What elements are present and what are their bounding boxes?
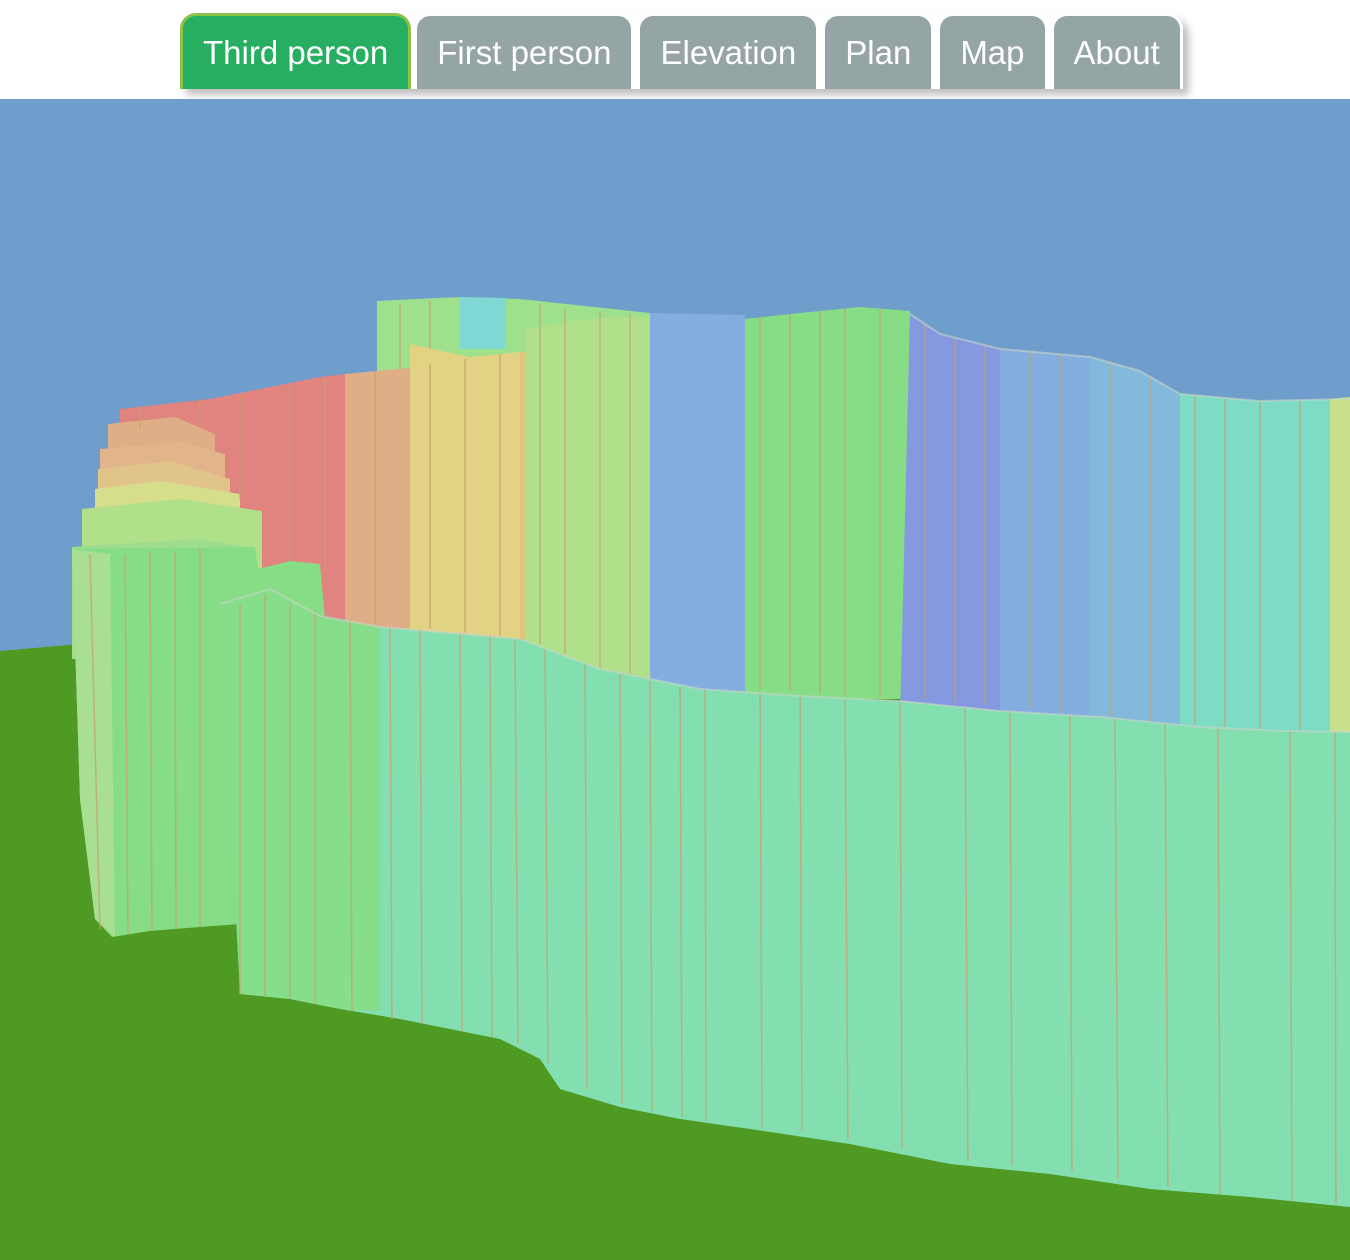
tab-third-person[interactable]: Third person (180, 13, 412, 89)
3d-viewport[interactable] (0, 99, 1350, 1260)
3d-scene[interactable] (0, 99, 1350, 1260)
tab-map[interactable]: Map (937, 13, 1048, 89)
front-wall-left-tint (220, 589, 380, 1011)
tab-elevation[interactable]: Elevation (637, 13, 820, 89)
tab-bar: Third person First person Elevation Plan… (0, 0, 1350, 99)
view-tabs: Third person First person Elevation Plan… (180, 13, 1183, 89)
app-root: Third person First person Elevation Plan… (0, 0, 1350, 1260)
tab-plan[interactable]: Plan (822, 13, 935, 89)
tab-about[interactable]: About (1050, 13, 1183, 89)
tab-first-person[interactable]: First person (414, 13, 635, 89)
